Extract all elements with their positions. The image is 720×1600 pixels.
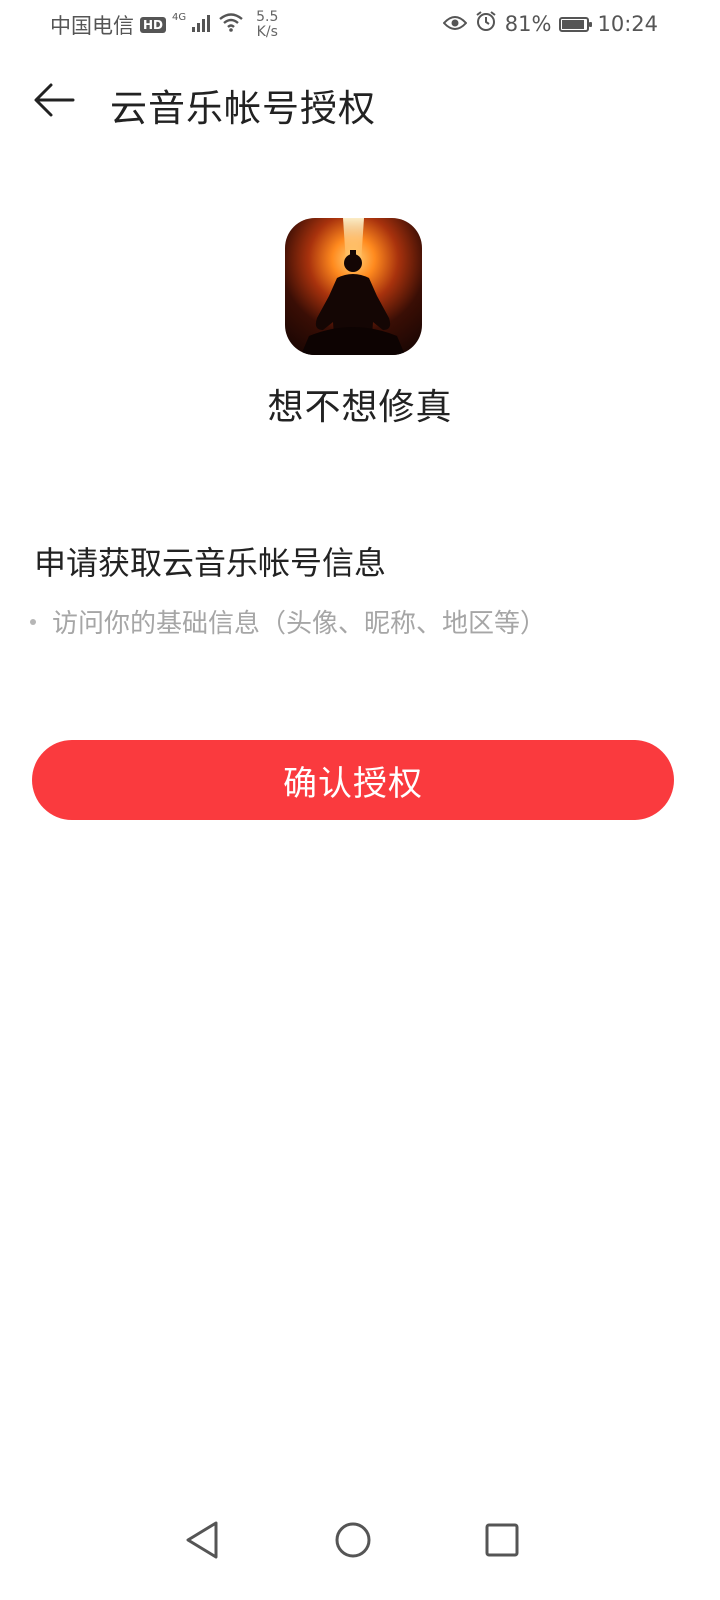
confirm-authorization-button[interactable]: 确认授权 bbox=[32, 740, 674, 820]
nav-home-button[interactable] bbox=[323, 1510, 383, 1570]
battery-level bbox=[562, 19, 584, 29]
nav-back-button[interactable] bbox=[172, 1510, 232, 1570]
nav-home-icon bbox=[335, 1522, 371, 1558]
network-speed: 5.5 K/s bbox=[256, 10, 278, 40]
status-left: 中国电信 HD 4G 5.5 K/s bbox=[50, 10, 278, 40]
battery-icon bbox=[559, 16, 593, 32]
nav-back-icon bbox=[186, 1521, 218, 1559]
app-icon bbox=[285, 218, 422, 355]
carrier-name: 中国电信 bbox=[50, 14, 134, 38]
permission-title: 申请获取云音乐帐号信息 bbox=[34, 544, 387, 582]
status-right: 81% 10:24 bbox=[442, 10, 658, 38]
meditating-figure-icon bbox=[301, 218, 405, 355]
back-button[interactable] bbox=[26, 72, 82, 128]
app-name: 想不想修真 bbox=[267, 387, 453, 428]
permission-item-text: 访问你的基础信息（头像、昵称、地区等） bbox=[52, 609, 547, 639]
hd-badge: HD bbox=[140, 17, 167, 33]
bullet-icon bbox=[30, 618, 36, 625]
speed-value: 5.5 bbox=[256, 9, 279, 25]
back-arrow-icon bbox=[34, 83, 75, 117]
network-type: 4G bbox=[172, 11, 187, 23]
status-bar: 中国电信 HD 4G 5.5 K/s 81% 10:24 bbox=[0, 0, 720, 50]
signal-icon bbox=[192, 13, 212, 38]
wifi-icon bbox=[218, 12, 244, 38]
header: 云音乐帐号授权 bbox=[0, 62, 720, 138]
eye-icon bbox=[442, 12, 468, 37]
battery-percent: 81% bbox=[504, 12, 552, 36]
permission-item: 访问你的基础信息（头像、昵称、地区等） bbox=[30, 603, 546, 640]
system-nav-bar bbox=[0, 1490, 720, 1600]
speed-unit: K/s bbox=[256, 24, 278, 40]
auth-page: 中国电信 HD 4G 5.5 K/s 81% 10:24 云音乐帐号授权 想不想… bbox=[0, 0, 720, 1600]
alarm-icon bbox=[475, 10, 497, 38]
clock: 10:24 bbox=[597, 12, 658, 36]
page-title: 云音乐帐号授权 bbox=[110, 87, 376, 130]
nav-recents-icon bbox=[485, 1523, 519, 1557]
nav-recents-button[interactable] bbox=[472, 1510, 532, 1570]
